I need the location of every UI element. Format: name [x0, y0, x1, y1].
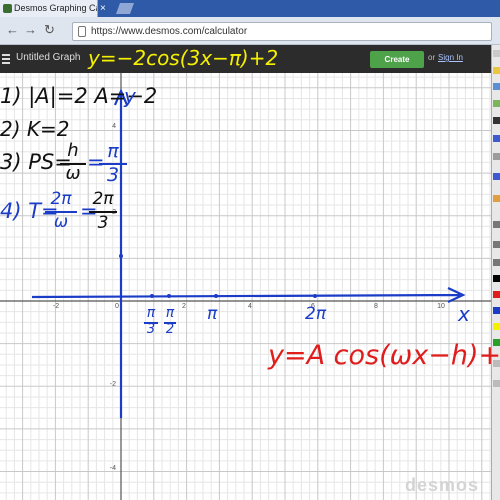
- mark-pi3-denominator: 3: [146, 322, 156, 337]
- browser-tab[interactable]: Desmos Graphing Calcula: [0, 0, 98, 17]
- lock-icon: [78, 26, 86, 37]
- mark-pi3-numerator: π: [146, 305, 156, 321]
- desmos-watermark: desmos: [404, 475, 479, 495]
- mark-2pi: 2π: [305, 304, 327, 324]
- color-blue-swatch[interactable]: [493, 307, 500, 314]
- y-tick-label: 4: [112, 123, 116, 130]
- mark-dot-pi: [214, 294, 218, 298]
- step4-frac1-numerator: 2π: [50, 189, 72, 209]
- tool-icon[interactable]: [493, 50, 500, 57]
- tool-icon[interactable]: [493, 380, 500, 387]
- step3-denominator: ω: [65, 163, 81, 184]
- mark-pi2-denominator: 2: [165, 322, 175, 337]
- step4-frac2-numerator: 2π: [92, 189, 114, 209]
- tool-icon[interactable]: [493, 221, 500, 228]
- step4-frac1-denominator: ω: [53, 212, 69, 232]
- forward-icon[interactable]: →: [24, 23, 37, 37]
- tool-icon[interactable]: [493, 153, 500, 160]
- step2-annotation: 2) K=2: [0, 117, 70, 141]
- tool-icon[interactable]: [493, 195, 500, 202]
- graph-title[interactable]: Untitled Graph: [16, 52, 80, 63]
- desmos-favicon-icon: [3, 4, 12, 13]
- screen: Desmos Graphing Calcula × ← → ↻ https://…: [0, 0, 500, 500]
- color-red-swatch[interactable]: [493, 291, 500, 298]
- x-tick-label: 4: [248, 303, 252, 310]
- back-icon[interactable]: ←: [6, 23, 19, 37]
- x-tick-label: 8: [374, 303, 378, 310]
- color-yellow-swatch[interactable]: [493, 323, 500, 330]
- browser-tabstrip: Desmos Graphing Calcula ×: [0, 0, 500, 17]
- tool-icon[interactable]: [493, 67, 500, 74]
- mark-dot-y1: [119, 254, 123, 258]
- x-axis-letter: x: [458, 302, 470, 326]
- mark-pi: π: [207, 304, 218, 324]
- x-tick-label: -2: [53, 303, 59, 310]
- graph-grid: -2 0 2 4 6 8 10 4 2 -2 -4: [0, 73, 491, 500]
- step3-numerator: h: [67, 140, 79, 161]
- graph-canvas[interactable]: -2 0 2 4 6 8 10 4 2 -2 -4 desmos: [0, 73, 491, 500]
- step3-result-numerator: π: [107, 140, 119, 162]
- pen-toolbar: [491, 45, 500, 500]
- mark-dot-pi2: [167, 294, 171, 298]
- menu-icon[interactable]: [2, 54, 10, 64]
- tool-icon[interactable]: [493, 173, 500, 180]
- mark-dot-2pi: [313, 294, 317, 298]
- tool-icon[interactable]: [493, 117, 500, 124]
- x-tick-label: 10: [437, 303, 445, 310]
- address-bar[interactable]: https://www.desmos.com/calculator: [72, 22, 492, 41]
- create-account-button[interactable]: Create Account: [370, 51, 424, 81]
- step3-result-denominator: 3: [106, 164, 120, 186]
- tool-icon[interactable]: [493, 259, 500, 266]
- step4-frac2-denominator: 3: [97, 213, 109, 233]
- tool-icon[interactable]: [493, 100, 500, 107]
- or-label: or: [428, 53, 436, 62]
- y-tick-label: -2: [110, 381, 116, 388]
- top-equation-annotation: y=−2cos(3x−π)+2: [88, 46, 279, 70]
- y-tick-label: -4: [110, 465, 116, 472]
- y-axis-letter: y: [124, 84, 136, 108]
- mark-pi2-numerator: π: [165, 305, 175, 321]
- new-tab-button[interactable]: [115, 3, 135, 14]
- general-form-annotation: y=A cos(ωx−h)+K: [268, 340, 500, 371]
- color-black-swatch[interactable]: [493, 275, 500, 282]
- tool-icon[interactable]: [493, 83, 500, 90]
- browser-toolbar: ← → ↻ https://www.desmos.com/calculator: [0, 17, 500, 45]
- sign-in-link[interactable]: Sign In: [438, 53, 463, 62]
- x-tick-label: 2: [182, 303, 186, 310]
- x-tick-label: 0: [115, 303, 119, 310]
- tool-icon[interactable]: [493, 135, 500, 142]
- tool-icon[interactable]: [493, 241, 500, 248]
- reload-icon[interactable]: ↻: [44, 23, 55, 37]
- url-text: https://www.desmos.com/calculator: [91, 26, 248, 37]
- tab-close-icon[interactable]: ×: [100, 3, 106, 14]
- tab-title: Desmos Graphing Calcula: [14, 3, 97, 13]
- mark-dot-pi3: [150, 294, 154, 298]
